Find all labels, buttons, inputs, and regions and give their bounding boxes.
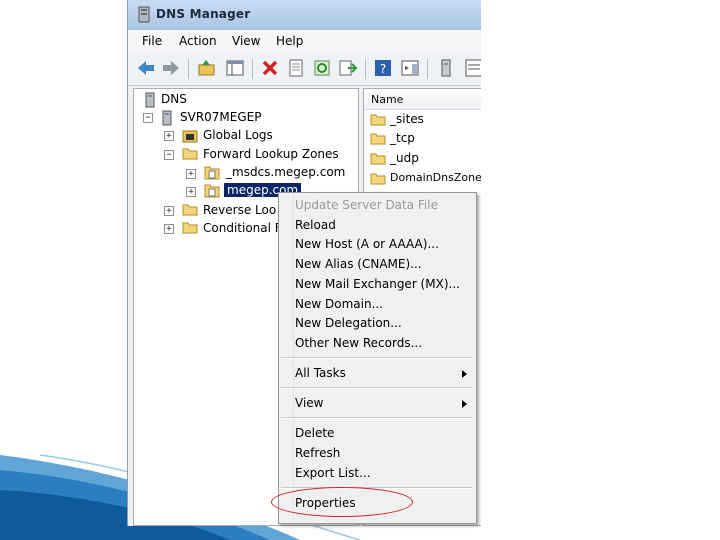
export-list-icon[interactable] <box>338 58 358 78</box>
menu-item-new-domain[interactable]: New Domain... <box>295 297 383 311</box>
server-icon[interactable] <box>436 58 456 78</box>
global-logs-icon <box>182 130 198 143</box>
expand-icon[interactable]: + <box>186 187 196 197</box>
folder-icon <box>370 133 386 145</box>
menu-action[interactable]: Action <box>179 34 217 48</box>
menu-help[interactable]: Help <box>276 34 303 48</box>
show-hide-action-pane-icon[interactable] <box>400 58 420 78</box>
toolbar: ? <box>128 53 481 86</box>
menu-item-new-host[interactable]: New Host (A or AAAA)... <box>295 237 439 251</box>
menu-item-view[interactable]: View <box>295 396 323 410</box>
menu-separator <box>281 387 472 389</box>
tree-node-msdcs-zone[interactable]: _msdcs.megep.com <box>226 165 345 179</box>
up-folder-icon[interactable] <box>197 58 217 78</box>
submenu-arrow-icon <box>462 400 467 408</box>
menu-item-reload[interactable]: Reload <box>295 218 336 232</box>
expand-icon[interactable]: + <box>164 206 174 216</box>
server-node-icon <box>162 110 172 126</box>
column-header-name[interactable]: Name <box>364 89 481 110</box>
menu-separator <box>281 417 472 419</box>
delete-icon[interactable] <box>260 58 280 78</box>
menu-view[interactable]: View <box>232 34 260 48</box>
menu-item-refresh[interactable]: Refresh <box>295 446 340 460</box>
folder-icon <box>182 222 198 234</box>
folder-icon <box>370 153 386 165</box>
menu-item-new-delegation[interactable]: New Delegation... <box>295 316 402 330</box>
menu-item-other-new-records[interactable]: Other New Records... <box>295 336 422 350</box>
tree-node-dns[interactable]: DNS <box>161 92 187 106</box>
menu-item-new-mail-exchanger[interactable]: New Mail Exchanger (MX)... <box>295 277 460 291</box>
forward-arrow-icon[interactable] <box>161 58 181 78</box>
folder-icon <box>370 114 386 126</box>
properties-icon[interactable] <box>286 58 306 78</box>
dns-root-icon <box>145 92 155 108</box>
folder-icon <box>370 173 386 185</box>
tree-node-forward-lookup-zones[interactable]: Forward Lookup Zones <box>203 147 339 161</box>
zone-icon <box>204 184 220 198</box>
tree-node-global-logs[interactable]: Global Logs <box>203 128 273 142</box>
show-hide-console-tree-icon[interactable] <box>225 58 245 78</box>
expand-icon[interactable]: + <box>164 224 174 234</box>
title-bar: DNS Manager <box>128 0 481 30</box>
dns-server-icon <box>138 6 150 23</box>
menu-item-all-tasks[interactable]: All Tasks <box>295 366 346 380</box>
help-icon[interactable]: ? <box>373 58 393 78</box>
expand-icon[interactable]: + <box>186 169 196 179</box>
collapse-icon[interactable]: − <box>143 113 153 123</box>
zone-icon <box>204 166 220 180</box>
tree-node-server[interactable]: SVR07MEGEP <box>180 110 262 124</box>
menu-item-new-alias[interactable]: New Alias (CNAME)... <box>295 257 422 271</box>
back-arrow-icon[interactable] <box>136 58 156 78</box>
properties-highlight-oval <box>271 487 413 517</box>
folder-icon <box>182 148 198 160</box>
menu-item-update-server-data-file[interactable]: Update Server Data File <box>295 198 438 212</box>
collapse-icon[interactable]: − <box>164 150 174 160</box>
menu-item-delete[interactable]: Delete <box>295 426 334 440</box>
context-menu: Update Server Data File Reload New Host … <box>278 192 477 524</box>
menu-item-export-list[interactable]: Export List... <box>295 466 371 480</box>
list-view-icon[interactable] <box>464 58 481 78</box>
menu-file[interactable]: File <box>142 34 162 48</box>
svg-text:?: ? <box>380 62 386 76</box>
expand-icon[interactable]: + <box>164 131 174 141</box>
submenu-arrow-icon <box>462 370 467 378</box>
folder-icon <box>182 204 198 216</box>
window-title: DNS Manager <box>156 7 251 21</box>
tree-node-reverse-lookup-zones[interactable]: Reverse Loo <box>203 203 276 217</box>
tree-node-conditional-forwarders[interactable]: Conditional F <box>203 221 282 235</box>
refresh-icon[interactable] <box>312 58 332 78</box>
menu-separator <box>281 357 472 359</box>
